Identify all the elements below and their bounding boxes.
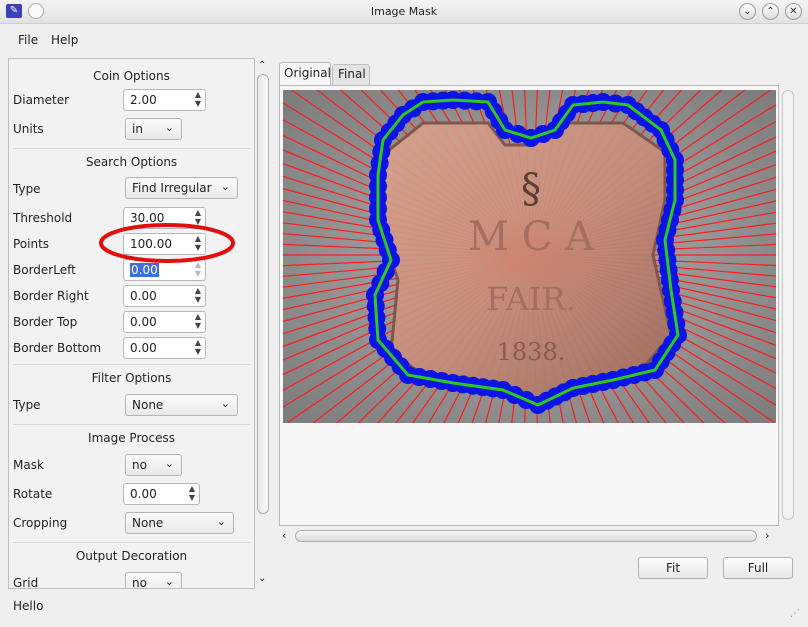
menu-file[interactable]: File bbox=[18, 33, 38, 47]
search-options-title: Search Options bbox=[85, 155, 178, 169]
scroll-up-icon[interactable]: ⌃ bbox=[258, 60, 266, 71]
chevron-down-icon: ⌄ bbox=[220, 397, 230, 410]
grid-select[interactable]: no ⌄ bbox=[125, 572, 182, 589]
rotate-label: Rotate bbox=[13, 487, 53, 501]
cropping-label: Cropping bbox=[13, 516, 68, 530]
divider bbox=[13, 542, 250, 543]
coin-canvas: M C A FAIR. 1838. § bbox=[283, 90, 776, 423]
tab-final-label: Final bbox=[338, 67, 366, 81]
border-right-label: Border Right bbox=[13, 289, 89, 303]
highlight-ellipse bbox=[99, 223, 235, 263]
diameter-spinbox[interactable]: 2.00 ▲ ▼ bbox=[123, 89, 206, 111]
spin-arrows-icon[interactable]: ▲ ▼ bbox=[191, 312, 205, 332]
spin-arrows-icon[interactable]: ▲ ▼ bbox=[191, 90, 205, 110]
border-top-value: 0.00 bbox=[130, 315, 157, 329]
image-hscrollbar[interactable]: ‹ › bbox=[279, 528, 779, 544]
search-type-value: Find Irregular bbox=[132, 181, 212, 195]
cropping-select[interactable]: None ⌄ bbox=[125, 512, 234, 534]
type-label: Type bbox=[13, 182, 41, 196]
image-text-line3: 1838. bbox=[497, 338, 566, 366]
search-type-select[interactable]: Find Irregular ⌄ bbox=[125, 177, 238, 199]
image-vscrollbar[interactable] bbox=[781, 90, 795, 525]
border-bottom-label: Border Bottom bbox=[13, 341, 102, 355]
vscroll-track[interactable] bbox=[782, 90, 794, 520]
diameter-value: 2.00 bbox=[130, 93, 157, 107]
chevron-down-icon: ⌄ bbox=[164, 121, 174, 134]
status-text: Hello bbox=[13, 599, 44, 613]
window-title: Image Mask bbox=[370, 5, 438, 18]
chevron-down-icon: ⌄ bbox=[216, 515, 226, 528]
hscroll-thumb[interactable] bbox=[295, 530, 757, 542]
fit-button[interactable]: Fit bbox=[638, 557, 708, 579]
mask-select[interactable]: no ⌄ bbox=[125, 454, 182, 476]
cropping-value: None bbox=[132, 516, 164, 530]
options-panel: Coin Options Diameter 2.00 ▲ ▼ Units in ⌄… bbox=[8, 58, 255, 589]
units-label: Units bbox=[13, 122, 44, 136]
diameter-label: Diameter bbox=[13, 93, 70, 107]
minimize-icon[interactable]: ⌄ bbox=[739, 3, 756, 20]
close-icon[interactable]: ✕ bbox=[785, 3, 802, 20]
mask-value: no bbox=[132, 458, 147, 472]
divider bbox=[13, 148, 250, 149]
tab-original-label: Original bbox=[284, 66, 331, 80]
border-left-label: BorderLeft bbox=[13, 263, 76, 277]
units-select[interactable]: in ⌄ bbox=[125, 118, 182, 140]
full-button[interactable]: Full bbox=[723, 557, 793, 579]
filter-options-title: Filter Options bbox=[91, 371, 172, 385]
scroll-right-icon[interactable]: › bbox=[765, 529, 769, 542]
rotate-spinbox[interactable]: 0.00 ▲ ▼ bbox=[123, 483, 200, 505]
border-left-value: 0.00 bbox=[130, 263, 159, 277]
points-label: Points bbox=[13, 237, 50, 251]
options-scrollbar[interactable]: ⌃ ⌄ bbox=[255, 58, 271, 589]
tab-original[interactable]: Original bbox=[279, 62, 331, 85]
border-right-value: 0.00 bbox=[130, 289, 157, 303]
grid-value: no bbox=[132, 576, 147, 589]
border-right-spinbox[interactable]: 0.00 ▲ ▼ bbox=[123, 285, 206, 307]
border-top-label: Border Top bbox=[13, 315, 78, 329]
chevron-down-icon: ⌄ bbox=[164, 575, 174, 588]
mask-label: Mask bbox=[13, 458, 44, 472]
filter-type-value: None bbox=[132, 398, 164, 412]
menu-help[interactable]: Help bbox=[51, 33, 78, 47]
chevron-down-icon: ⌄ bbox=[164, 457, 174, 470]
grid-label: Grid bbox=[13, 576, 39, 589]
rotate-value: 0.00 bbox=[130, 487, 157, 501]
resize-grip-icon[interactable]: ⋰ bbox=[790, 608, 800, 619]
image-emblem: § bbox=[521, 166, 541, 212]
coin-image: M C A FAIR. 1838. § bbox=[283, 90, 776, 423]
divider bbox=[13, 424, 250, 425]
border-bottom-spinbox[interactable]: 0.00 ▲ ▼ bbox=[123, 337, 206, 359]
image-process-title: Image Process bbox=[88, 431, 175, 445]
divider bbox=[13, 364, 250, 365]
spin-arrows-icon[interactable]: ▲ ▼ bbox=[191, 338, 205, 358]
title-bar: ✎ Image Mask ⌄ ⌃ ✕ bbox=[0, 0, 808, 24]
threshold-label: Threshold bbox=[13, 211, 73, 225]
scroll-down-icon[interactable]: ⌄ bbox=[258, 573, 266, 584]
tab-final[interactable]: Final bbox=[332, 64, 370, 85]
image-text-line1: M C A bbox=[468, 214, 595, 260]
scroll-thumb[interactable] bbox=[257, 74, 269, 514]
spin-arrows-icon[interactable]: ▲ ▼ bbox=[185, 484, 199, 504]
chevron-down-icon: ⌄ bbox=[220, 180, 230, 193]
scroll-left-icon[interactable]: ‹ bbox=[282, 529, 286, 542]
border-bottom-value: 0.00 bbox=[130, 341, 157, 355]
maximize-icon[interactable]: ⌃ bbox=[762, 3, 779, 20]
output-decoration-title: Output Decoration bbox=[75, 549, 188, 563]
filter-type-label: Type bbox=[13, 398, 41, 412]
image-text-line2: FAIR. bbox=[486, 280, 575, 318]
coin-options-title: Coin Options bbox=[93, 69, 170, 83]
units-value: in bbox=[132, 122, 143, 136]
filter-type-select[interactable]: None ⌄ bbox=[125, 394, 238, 416]
border-top-spinbox[interactable]: 0.00 ▲ ▼ bbox=[123, 311, 206, 333]
spin-arrows-icon[interactable]: ▲ ▼ bbox=[191, 286, 205, 306]
